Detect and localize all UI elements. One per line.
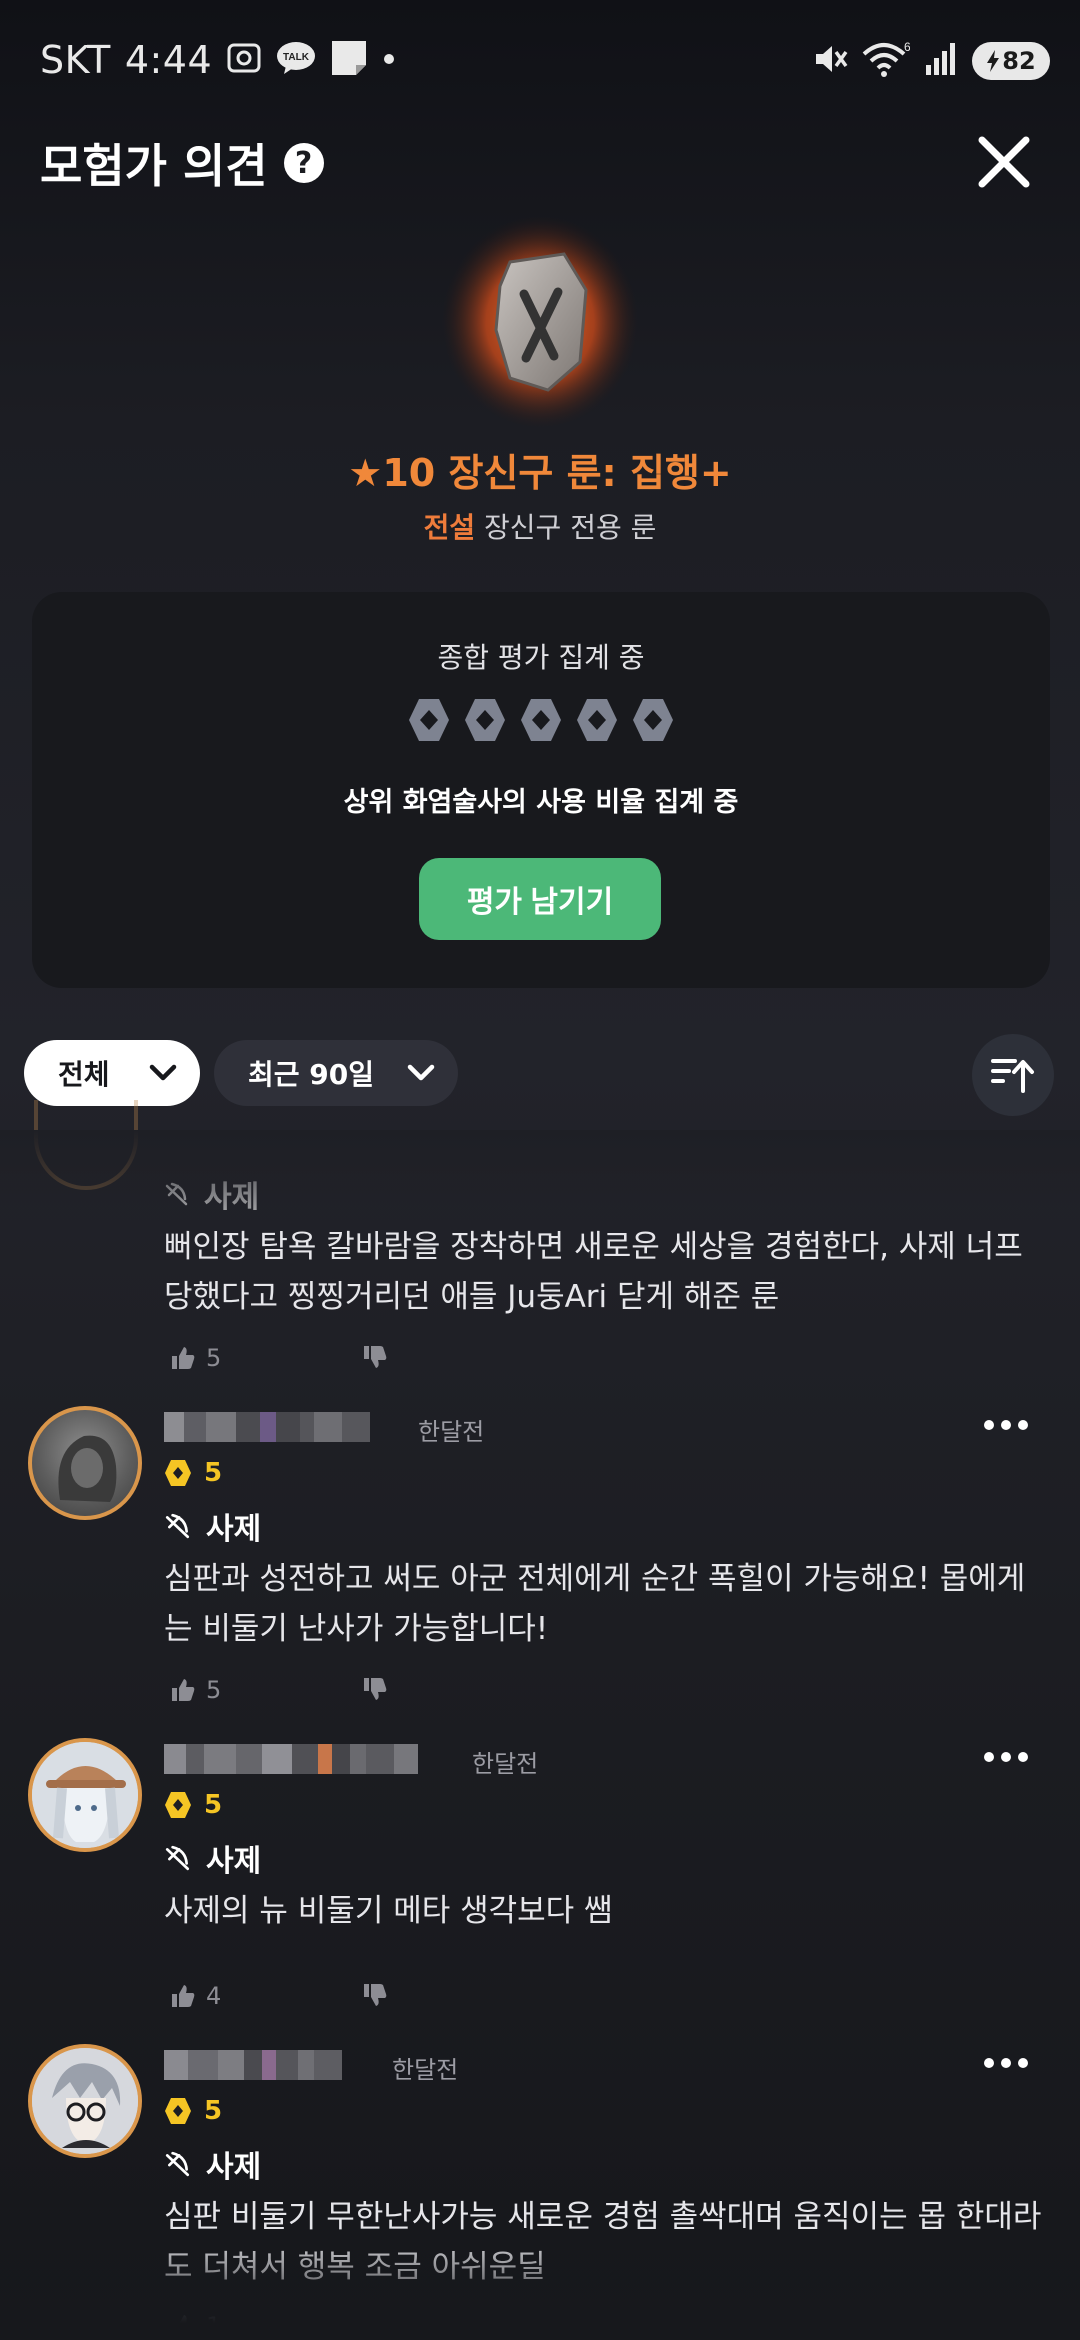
rating-value: 5 [204, 1790, 223, 1820]
character-class: 사제 [206, 1512, 262, 1547]
rating-gem-icon [165, 2098, 191, 2124]
character-class-icon [165, 2151, 190, 2177]
more-options-icon[interactable] [984, 1752, 1028, 1764]
rating-summary-card: 종합 평가 집계 중 상위 화염술사의 사용 비율 집계 중 평가 남기기 [32, 592, 1050, 988]
rating-value: 5 [204, 2096, 223, 2126]
wifi-icon: 6 [862, 40, 911, 82]
like-count: 5 [206, 1344, 222, 1372]
character-tag: 사제 [164, 1504, 261, 1548]
status-bar: SKT 4:44 TALK 6 82 [0, 0, 1080, 130]
category-filter-label: 전체 [58, 1058, 110, 1091]
character-class: 사제 [206, 1844, 262, 1879]
character-class-icon [165, 1513, 190, 1539]
comment-text: 사제의 뉴 비둘기 메타 생각보다 쌤 [164, 1893, 613, 1929]
like-button[interactable]: 5 [170, 1344, 221, 1372]
list-fade-overlay [0, 1130, 1080, 1210]
period-filter-dropdown[interactable]: 최근 90일 [214, 1040, 458, 1106]
close-icon [978, 136, 1030, 188]
battery-level: 82 [1002, 47, 1036, 75]
rating-gem-icon [165, 1460, 191, 1486]
usage-status-text: 상위 화염술사의 사용 비율 집계 중 [343, 787, 739, 818]
rating-diamond-icon [633, 699, 673, 741]
more-notifications-dot-icon [382, 51, 396, 70]
page-header: 모험가 의견 ? [40, 128, 324, 198]
dislike-button[interactable] [362, 1676, 388, 1706]
sort-button[interactable] [972, 1034, 1054, 1116]
rating-diamond-icon [577, 699, 617, 741]
character-tag: 사제 [164, 1836, 261, 1880]
like-count: 4 [206, 1982, 222, 2010]
comment-rating: 5 [164, 2096, 222, 2126]
blurred-username [164, 1744, 418, 1774]
chevron-down-icon [149, 1064, 177, 1081]
character-class-icon [165, 1845, 190, 1871]
thumbs-up-icon [172, 1347, 195, 1369]
chevron-down-icon [407, 1064, 435, 1081]
rating-status-label: 종합 평가 집계 중 [437, 641, 645, 674]
signal-icon [924, 41, 958, 81]
avatar[interactable] [28, 2044, 142, 2158]
mute-icon [810, 40, 848, 82]
rating-diamonds [32, 696, 1050, 744]
item-subtitle: 전설 장신구 전용 룬 [0, 506, 1080, 546]
more-options-icon[interactable] [984, 2058, 1028, 2070]
wifi-badge: 6 [904, 40, 910, 54]
thumbs-down-icon [364, 1678, 387, 1700]
thumbs-down-icon [364, 1984, 387, 2006]
list-fade-overlay [0, 2230, 1080, 2340]
like-count: 5 [206, 1676, 222, 1704]
rating-diamond-icon [465, 699, 505, 741]
character-tag: 사제 [164, 2142, 261, 2186]
period-filter-label: 최근 90일 [248, 1058, 374, 1091]
charging-icon [987, 50, 1000, 72]
comment-time: 한달전 [418, 1418, 485, 1446]
help-icon[interactable]: ? [283, 143, 324, 183]
opinion-page: SKT 4:44 TALK 6 82 모험가 의견 ? ★10 장신구 룬: 집… [0, 0, 1080, 2340]
note-notification-icon [330, 39, 368, 81]
dislike-button[interactable] [362, 1344, 388, 1374]
dislike-button[interactable] [362, 1982, 388, 2012]
rating-diamond-icon [409, 699, 449, 741]
rune-image [440, 210, 640, 430]
comment-rating: 5 [164, 1790, 222, 1820]
character-class: 사제 [206, 2150, 262, 2185]
comment-time: 한달전 [392, 2056, 459, 2084]
comment-time: 한달전 [472, 1750, 539, 1778]
thumbs-down-icon [364, 1346, 387, 1368]
more-options-icon[interactable] [984, 1420, 1028, 1432]
comment-text: 뻐인장 탐욕 칼바람을 장착하면 새로운 세상을 경험한다, 사제 너프 당했다… [164, 1229, 1023, 1315]
blurred-username [164, 2050, 342, 2080]
avatar[interactable] [28, 1406, 142, 1520]
gallery-notification-icon [226, 40, 262, 80]
like-button[interactable]: 4 [170, 1982, 221, 2010]
comment-rating: 5 [164, 1458, 222, 1488]
avatar[interactable] [28, 1738, 142, 1852]
talk-notification-icon: TALK [276, 41, 316, 79]
item-title: ★10 장신구 룬: 집행+ [348, 451, 732, 495]
item-grade: 전설 [423, 511, 476, 544]
comment-text: 심판과 성전하고 써도 아군 전체에게 순간 폭힐이 가능해요! 몹에게는 비둘… [164, 1561, 1026, 1647]
rating-gem-icon [165, 1792, 191, 1818]
status-time: 4:44 [124, 38, 213, 82]
status-carrier: SKT [40, 38, 111, 82]
rating-diamond-icon [521, 699, 561, 741]
sort-icon [991, 1059, 1034, 1093]
category-filter-dropdown[interactable]: 전체 [24, 1040, 200, 1106]
like-button[interactable]: 5 [170, 1676, 221, 1704]
blurred-username [164, 1412, 370, 1442]
battery-indicator: 82 [972, 42, 1050, 80]
close-button[interactable] [972, 130, 1036, 194]
thumbs-up-icon [172, 1985, 195, 2007]
rating-value: 5 [204, 1458, 223, 1488]
thumbs-up-icon [172, 1679, 195, 1701]
item-type: 장신구 전용 룬 [484, 511, 657, 544]
page-title: 모험가 의견 [40, 139, 268, 193]
leave-review-button[interactable]: 평가 남기기 [419, 858, 661, 940]
talk-label: TALK [283, 52, 310, 63]
